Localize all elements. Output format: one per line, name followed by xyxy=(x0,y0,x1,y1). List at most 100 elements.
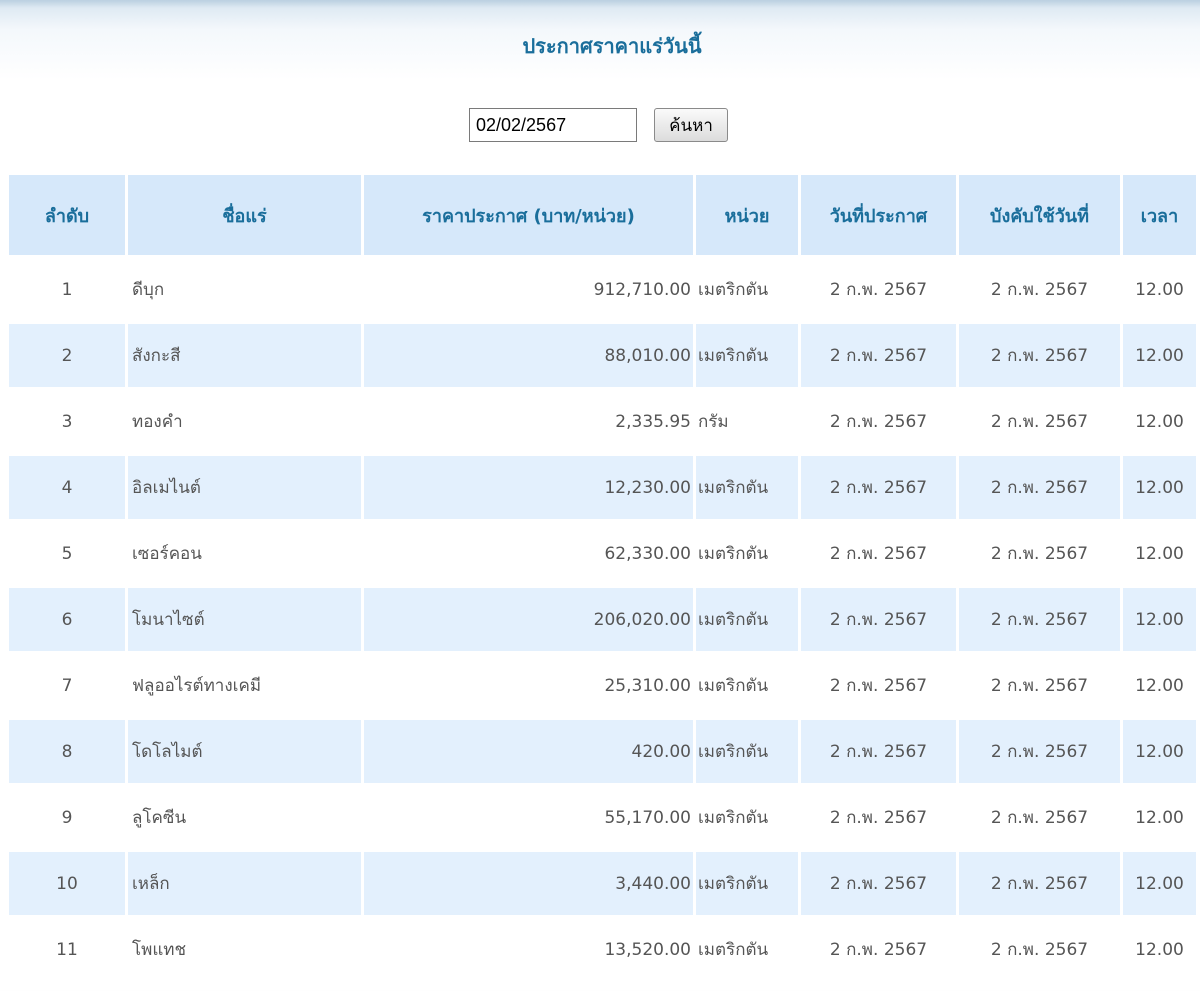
cell-price: 3,440.00 xyxy=(364,852,693,915)
cell-name: ทองคำ xyxy=(132,412,183,432)
cell-seq: 10 xyxy=(9,852,125,915)
table-row: 5 เซอร์คอน 62,330.00 เมตริกตัน 2 ก.พ. 25… xyxy=(9,522,1196,585)
page-title: ประกาศราคาแร่วันนี้ xyxy=(522,34,702,58)
cell-seq: 1 xyxy=(61,279,73,300)
cell-seq: 8 xyxy=(9,720,125,783)
cell-unit: เมตริกตัน xyxy=(698,808,769,828)
header-name: ชื่อแร่ xyxy=(128,175,361,255)
cell-seq: 7 xyxy=(61,675,73,696)
cell-time: 12.00 xyxy=(1135,675,1184,696)
header-time: เวลา xyxy=(1123,175,1196,255)
mineral-price-table: ลำดับ ชื่อแร่ ราคาประกาศ (บาท/หน่วย) หน่… xyxy=(6,172,1199,984)
cell-announce-date: 2 ก.พ. 2567 xyxy=(801,324,956,387)
table-row: 2 สังกะสี 88,010.00 เมตริกตัน 2 ก.พ. 256… xyxy=(9,324,1196,387)
table-row: 7 ฟลูออไรต์ทางเคมี 25,310.00 เมตริกตัน 2… xyxy=(9,654,1196,717)
cell-time: 12.00 xyxy=(1135,411,1184,432)
cell-unit: เมตริกตัน xyxy=(698,280,769,300)
header-seq: ลำดับ xyxy=(9,175,125,255)
cell-time: 12.00 xyxy=(1123,852,1196,915)
cell-name: ลูโคซีน xyxy=(132,808,187,828)
cell-unit: เมตริกตัน xyxy=(696,324,798,387)
cell-price: 55,170.00 xyxy=(604,807,691,828)
cell-effective-date: 2 ก.พ. 2567 xyxy=(959,456,1120,519)
cell-seq: 3 xyxy=(61,411,73,432)
cell-name: อิลเมไนต์ xyxy=(128,456,361,519)
cell-price: 420.00 xyxy=(364,720,693,783)
cell-unit: เมตริกตัน xyxy=(696,852,798,915)
header-announce-date: วันที่ประกาศ xyxy=(801,175,956,255)
cell-price: 13,520.00 xyxy=(604,939,691,960)
cell-effective-date: 2 ก.พ. 2567 xyxy=(959,720,1120,783)
cell-seq: 6 xyxy=(9,588,125,651)
cell-effective-date: 2 ก.พ. 2567 xyxy=(959,324,1120,387)
date-input[interactable] xyxy=(469,108,637,142)
cell-name: ดีบุก xyxy=(132,280,165,300)
cell-seq: 4 xyxy=(9,456,125,519)
cell-unit: เมตริกตัน xyxy=(698,676,769,696)
cell-name: สังกะสี xyxy=(128,324,361,387)
search-bar: ค้นหา xyxy=(469,108,728,142)
cell-name: โมนาไซต์ xyxy=(128,588,361,651)
cell-price: 62,330.00 xyxy=(604,543,691,564)
cell-effective-date: 2 ก.พ. 2567 xyxy=(959,588,1120,651)
cell-effective-date: 2 ก.พ. 2567 xyxy=(990,676,1089,696)
cell-effective-date: 2 ก.พ. 2567 xyxy=(959,852,1120,915)
cell-announce-date: 2 ก.พ. 2567 xyxy=(829,940,928,960)
header-unit: หน่วย xyxy=(696,175,798,255)
cell-effective-date: 2 ก.พ. 2567 xyxy=(990,280,1089,300)
cell-effective-date: 2 ก.พ. 2567 xyxy=(990,544,1089,564)
cell-announce-date: 2 ก.พ. 2567 xyxy=(829,676,928,696)
cell-announce-date: 2 ก.พ. 2567 xyxy=(829,280,928,300)
search-button[interactable]: ค้นหา xyxy=(654,108,728,142)
table-row: 8 โดโลไมต์ 420.00 เมตริกตัน 2 ก.พ. 2567 … xyxy=(9,720,1196,783)
cell-effective-date: 2 ก.พ. 2567 xyxy=(990,940,1089,960)
cell-effective-date: 2 ก.พ. 2567 xyxy=(990,412,1089,432)
cell-name: โดโลไมต์ xyxy=(128,720,361,783)
cell-time: 12.00 xyxy=(1123,720,1196,783)
cell-seq: 5 xyxy=(61,543,73,564)
cell-name: ฟลูออไรต์ทางเคมี xyxy=(132,676,262,696)
table-row: 10 เหล็ก 3,440.00 เมตริกตัน 2 ก.พ. 2567 … xyxy=(9,852,1196,915)
cell-name: โพแทช xyxy=(132,940,187,960)
cell-price: 206,020.00 xyxy=(364,588,693,651)
cell-time: 12.00 xyxy=(1123,456,1196,519)
table-row: 6 โมนาไซต์ 206,020.00 เมตริกตัน 2 ก.พ. 2… xyxy=(9,588,1196,651)
cell-time: 12.00 xyxy=(1123,588,1196,651)
cell-name: เหล็ก xyxy=(128,852,361,915)
cell-unit: เมตริกตัน xyxy=(696,588,798,651)
cell-time: 12.00 xyxy=(1135,807,1184,828)
cell-time: 12.00 xyxy=(1135,543,1184,564)
table-row: 1 ดีบุก 912,710.00 เมตริกตัน 2 ก.พ. 2567… xyxy=(9,258,1196,321)
header-price: ราคาประกาศ (บาท/หน่วย) xyxy=(364,175,693,255)
cell-unit: เมตริกตัน xyxy=(696,720,798,783)
cell-price: 2,335.95 xyxy=(615,411,691,432)
cell-unit: เมตริกตัน xyxy=(696,456,798,519)
cell-unit: เมตริกตัน xyxy=(698,940,769,960)
cell-announce-date: 2 ก.พ. 2567 xyxy=(829,544,928,564)
cell-price: 25,310.00 xyxy=(604,675,691,696)
cell-unit: เมตริกตัน xyxy=(698,544,769,564)
cell-time: 12.00 xyxy=(1135,279,1184,300)
table-row: 11 โพแทช 13,520.00 เมตริกตัน 2 ก.พ. 2567… xyxy=(9,918,1196,981)
cell-price: 912,710.00 xyxy=(593,279,691,300)
cell-name: เซอร์คอน xyxy=(132,544,202,564)
cell-effective-date: 2 ก.พ. 2567 xyxy=(990,808,1089,828)
table-row: 9 ลูโคซีน 55,170.00 เมตริกตัน 2 ก.พ. 256… xyxy=(9,786,1196,849)
cell-announce-date: 2 ก.พ. 2567 xyxy=(829,412,928,432)
cell-seq: 11 xyxy=(56,939,78,960)
cell-announce-date: 2 ก.พ. 2567 xyxy=(801,588,956,651)
cell-announce-date: 2 ก.พ. 2567 xyxy=(801,852,956,915)
cell-seq: 9 xyxy=(61,807,73,828)
header-effective-date: บังคับใช้วันที่ xyxy=(959,175,1120,255)
cell-announce-date: 2 ก.พ. 2567 xyxy=(801,456,956,519)
cell-seq: 2 xyxy=(9,324,125,387)
cell-unit: กรัม xyxy=(698,412,729,432)
table-header-row: ลำดับ ชื่อแร่ ราคาประกาศ (บาท/หน่วย) หน่… xyxy=(9,175,1196,255)
table-row: 3 ทองคำ 2,335.95 กรัม 2 ก.พ. 2567 2 ก.พ.… xyxy=(9,390,1196,453)
cell-price: 88,010.00 xyxy=(364,324,693,387)
cell-announce-date: 2 ก.พ. 2567 xyxy=(829,808,928,828)
cell-time: 12.00 xyxy=(1123,324,1196,387)
cell-announce-date: 2 ก.พ. 2567 xyxy=(801,720,956,783)
cell-time: 12.00 xyxy=(1135,939,1184,960)
table-row: 4 อิลเมไนต์ 12,230.00 เมตริกตัน 2 ก.พ. 2… xyxy=(9,456,1196,519)
